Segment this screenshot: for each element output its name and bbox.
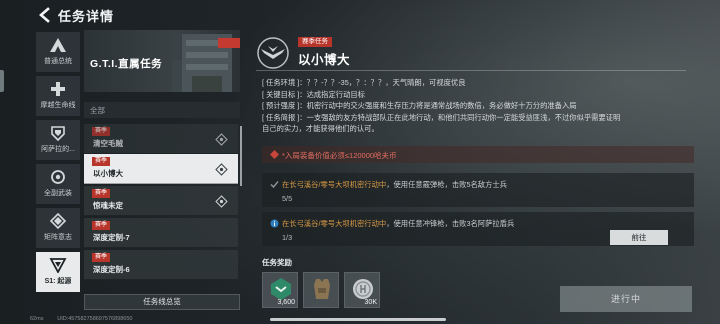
- shield-badge-icon: [51, 126, 65, 141]
- sidebar-item-matrix[interactable]: 矩阵意志: [36, 208, 80, 248]
- in-progress-button[interactable]: 进行中: [560, 286, 692, 312]
- reward-quantity: 30K: [364, 299, 377, 306]
- task-filter-dropdown[interactable]: [84, 102, 240, 118]
- task-list-item[interactable]: 赛季 清空毛贼: [84, 124, 238, 154]
- v-shield-icon: [49, 258, 67, 273]
- mission-key-target: [ 关键目标 ]：达成指定行动目标: [262, 89, 365, 99]
- gear-emblem-icon: [51, 170, 65, 184]
- sidebar-item-origin[interactable]: S1: 起源: [36, 252, 80, 292]
- sidebar-item-label: 阿萨拉的...: [41, 146, 75, 153]
- warning-text: *入局装备价值必须≤120000哈夫币: [282, 151, 397, 160]
- banner-accent: [218, 38, 240, 48]
- target-icon: [215, 133, 228, 146]
- sidebar-item-asala[interactable]: 阿萨拉的...: [36, 120, 80, 160]
- sidebar-item-label: 矩阵意志: [44, 234, 72, 241]
- objective-text: 在长弓溪谷/零号大坝机密行动中，使用任意冲锋枪，击败3名阿萨拉盾兵: [282, 219, 514, 229]
- mission-info: [ 任务环境 ]：？？-？？-35，？：？？，天气晴朗，可视度优良 [ 关键目标…: [262, 77, 720, 135]
- rewards-label: 任务奖励: [262, 258, 292, 267]
- sidebar-item-armed[interactable]: 全副武装: [36, 164, 80, 204]
- objective-text: 在长弓溪谷/零号大坝机密行动中，使用任意霰弹枪，击败5名敌方士兵: [282, 180, 507, 190]
- task-list-item[interactable]: 赛季 深度定制-7: [84, 218, 238, 248]
- objective-location: 在长弓溪谷/零号大坝机密行动中: [282, 219, 387, 228]
- task-list-item[interactable]: 赛季 深度定制-6: [84, 250, 238, 280]
- season-tag: 赛季: [92, 221, 111, 230]
- reward-quantity: 3,600: [277, 299, 295, 306]
- divider: [256, 70, 686, 71]
- user-id: UID:457582758697576898650: [57, 316, 133, 322]
- back-arrow-icon[interactable]: [36, 6, 54, 24]
- sidebar: 普通总统 摩越生命线 阿萨拉的... 全副武装 矩阵意志 S1: 起源: [36, 30, 80, 315]
- info-icon: [270, 219, 279, 228]
- sidebar-item-regular[interactable]: 普通总统: [36, 32, 80, 72]
- task-list-item[interactable]: 赛季 惊魂未定: [84, 186, 238, 216]
- diamond-icon: [49, 213, 67, 229]
- goto-button[interactable]: 前往: [610, 230, 668, 245]
- tactical-vest-icon: [314, 279, 330, 299]
- checkmark-icon: [270, 181, 279, 189]
- home-indicator[interactable]: [270, 318, 446, 321]
- objective-description: ，使用任意冲锋枪，击败3名阿萨拉盾兵: [386, 219, 515, 228]
- mission-briefing: [ 任务简报 ]：一支强敌的友方特战部队正在此地行动，和他们共同行动你一定能受益…: [262, 112, 621, 122]
- mission-threat-level: [ 预计强度 ]：机密行动中的交火强度和生存压力将是通常战场的数倍，务必做好十万…: [262, 101, 577, 111]
- sidebar-item-label: S1: 起源: [44, 278, 72, 285]
- eagle-emblem-icon: [257, 37, 289, 69]
- task-name: 以小博大: [93, 169, 123, 178]
- season-tag: 赛季: [92, 157, 111, 166]
- objective-location: 在长弓溪谷/零号大坝机密行动中: [282, 180, 387, 189]
- mission-briefing-continued: 自己的实力，才能获得他们的认可。: [262, 124, 379, 134]
- objective-progress: 5/5: [282, 194, 293, 203]
- objective-progress: 1/3: [282, 233, 293, 242]
- mission-environment: [ 任务环境 ]：？？-？？-35，？：？？，天气晴朗，可视度优良: [262, 78, 466, 87]
- season-tag: 赛季: [92, 127, 111, 136]
- triangle-logo-icon: [50, 38, 66, 52]
- sidebar-item-label: 全副武装: [44, 190, 72, 197]
- objective-description: ，使用任意霰弹枪，击败5名敌方士兵: [386, 180, 507, 189]
- target-icon: [215, 195, 228, 208]
- task-name: 深度定制-7: [93, 233, 130, 242]
- task-line-overview-button[interactable]: 任务线总览: [84, 294, 240, 310]
- target-icon: [215, 163, 228, 176]
- sidebar-item-label: 普通总统: [44, 58, 72, 65]
- season-tag: 赛季: [92, 189, 111, 198]
- cross-icon: [51, 82, 65, 96]
- task-name: 惊魂未定: [93, 201, 123, 210]
- warning-diamond-icon: [270, 150, 279, 159]
- reward-item[interactable]: [303, 272, 339, 308]
- task-filter-label: 全部: [90, 106, 105, 115]
- mission-type-tag: 赛季任务: [298, 37, 332, 47]
- sidebar-item-label: 摩越生命线: [40, 102, 76, 109]
- task-name: 深度定制-6: [93, 265, 130, 274]
- task-line-title: G.T.I.直属任务: [90, 58, 163, 70]
- reward-item[interactable]: 30K: [344, 272, 380, 308]
- edge-handle[interactable]: [0, 70, 4, 92]
- task-list-item-selected[interactable]: 赛季 以小博大: [84, 154, 238, 184]
- objective-row: 在长弓溪谷/零号大坝机密行动中，使用任意霰弹枪，击败5名敌方士兵 5/5: [262, 173, 694, 207]
- status-bar: 62ms UID:457582758697576898650: [30, 316, 132, 322]
- task-list-scrollbar[interactable]: [240, 126, 242, 186]
- season-tag: 赛季: [92, 253, 111, 262]
- ping: 62ms: [30, 316, 44, 322]
- sidebar-item-lifeline[interactable]: 摩越生命线: [36, 76, 80, 116]
- reward-item[interactable]: 3,600: [262, 272, 298, 308]
- task-line-banner: G.T.I.直属任务: [84, 30, 240, 92]
- page-title: 任务详情: [58, 9, 115, 24]
- task-name: 清空毛贼: [93, 139, 123, 148]
- mission-title: 以小博大: [298, 53, 351, 67]
